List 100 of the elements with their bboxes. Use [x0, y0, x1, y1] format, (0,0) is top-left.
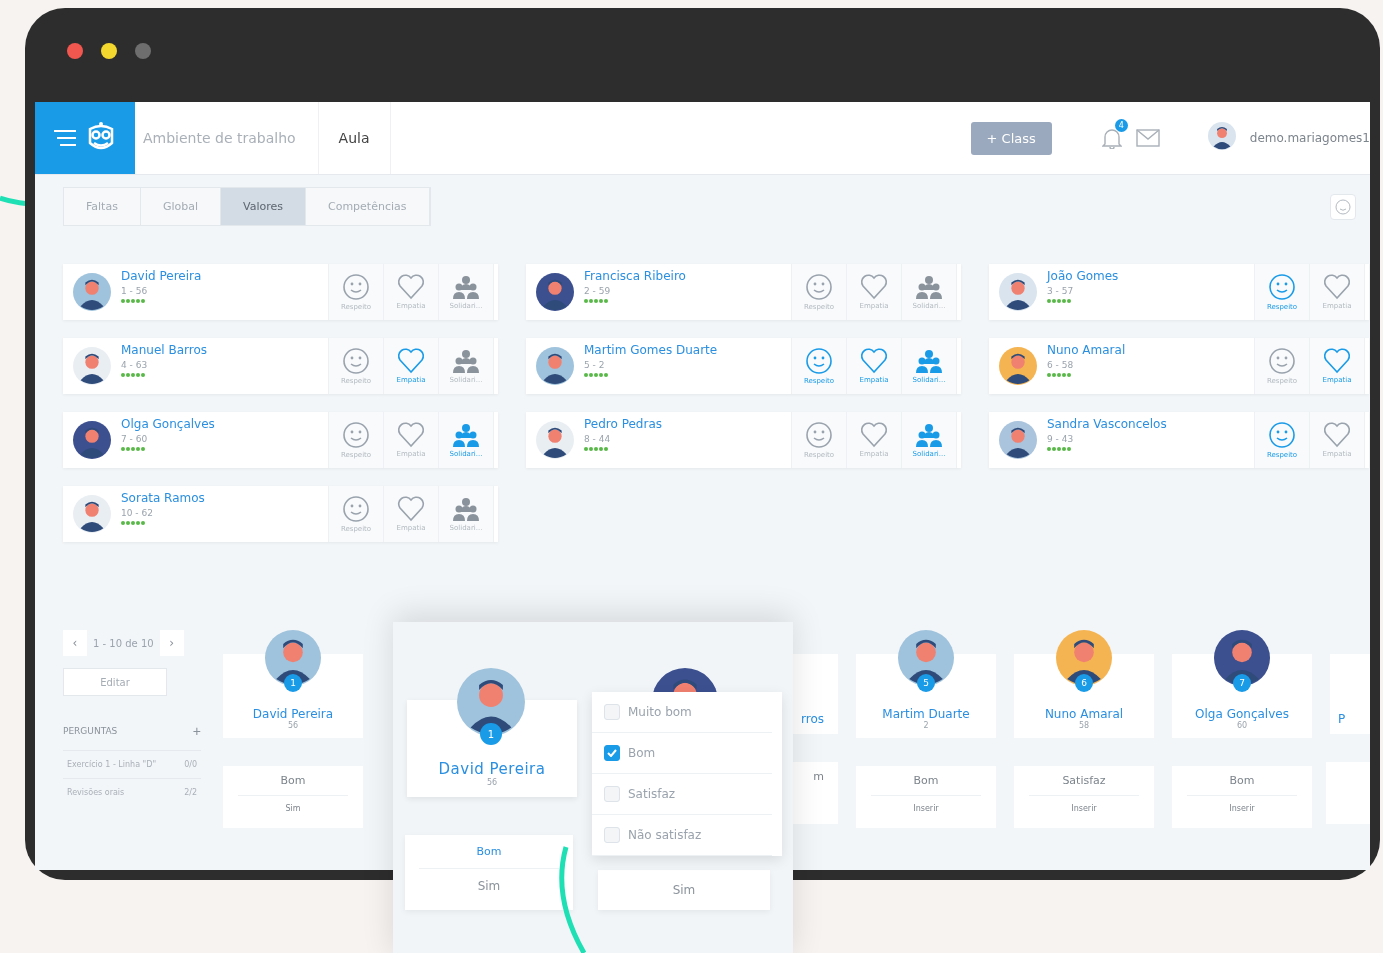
tab[interactable]: Competências [306, 188, 430, 225]
question-label[interactable]: Revisões orais [67, 788, 125, 797]
answer-card[interactable]: Bom Inserir [1172, 766, 1312, 828]
answer-card[interactable]: Bom Sim [405, 835, 573, 910]
heart-icon [397, 496, 425, 522]
option-label[interactable]: Não satisfaz [628, 828, 702, 842]
answer-card[interactable]: Bom Inserir [856, 766, 996, 828]
answer-value[interactable]: Inserir [1229, 796, 1255, 821]
student-name[interactable]: Francisca Ribeiro [584, 269, 686, 283]
student-score: 58 [1078, 721, 1090, 730]
student-card[interactable]: P [1330, 654, 1370, 734]
number-badge: 5 [917, 674, 935, 692]
student-name[interactable]: David Pereira [121, 269, 202, 283]
number-badge: 1 [284, 674, 302, 692]
menu-icon[interactable] [54, 130, 76, 146]
student-number: 9 - 43 [1047, 434, 1075, 444]
close-dot[interactable] [67, 43, 83, 59]
answer-value[interactable]: Bom [238, 766, 348, 796]
notification-badge: 4 [1114, 119, 1128, 132]
checkbox[interactable] [604, 745, 620, 761]
zoom-dot[interactable] [135, 43, 151, 59]
people-icon [452, 422, 480, 448]
student-name[interactable]: Olga Gonçalves [1195, 707, 1289, 721]
answer-value[interactable]: Sim [285, 796, 301, 821]
answer-value[interactable]: Inserir [1071, 796, 1097, 821]
student-number: 8 - 44 [584, 434, 612, 444]
answer-value[interactable]: m [813, 762, 824, 791]
bell-icon[interactable] [1101, 127, 1122, 149]
help-button[interactable] [1330, 193, 1356, 220]
student-name[interactable]: Manuel Barros [121, 343, 208, 357]
student-name[interactable]: Martim Duarte [882, 707, 970, 721]
option-label[interactable]: Muito bom [628, 705, 692, 719]
number-badge: 7 [1233, 674, 1251, 692]
answer-value[interactable]: Bom [419, 835, 559, 869]
people-icon [915, 274, 943, 300]
student-card[interactable]: 5 Martim Duarte 2 [856, 630, 996, 738]
smiley-icon [342, 495, 370, 523]
student-score: 2 [923, 721, 929, 730]
student-number: 6 - 58 [1047, 360, 1075, 370]
add-class-button[interactable]: + Class [970, 121, 1052, 155]
mail-icon[interactable] [1135, 129, 1160, 147]
section-link[interactable]: Aula [318, 102, 391, 174]
smiley-icon [1268, 273, 1296, 301]
student-name[interactable]: Sorata Ramos [121, 491, 205, 505]
tab[interactable]: Faltas [64, 188, 141, 225]
question-score: 2/2 [184, 788, 197, 797]
people-icon [452, 496, 480, 522]
smiley-icon [805, 421, 833, 449]
student-number: 2 - 59 [584, 286, 612, 296]
minimize-dot[interactable] [101, 43, 117, 59]
student-card[interactable]: 7 Olga Gonçalves 60 [1172, 630, 1312, 738]
answer-value[interactable]: Bom [1187, 766, 1297, 796]
student-name[interactable]: Sandra Vasconcelos [1047, 417, 1167, 431]
next-button[interactable]: › [159, 630, 184, 656]
student-name[interactable]: João Gomes [1047, 269, 1119, 283]
student-name[interactable]: Olga Gonçalves [121, 417, 215, 431]
student-name[interactable]: David Pereira [252, 707, 334, 721]
student-name[interactable]: David Pereira [438, 760, 546, 778]
student-number: 5 - 2 [584, 360, 606, 370]
smiley-icon [805, 273, 833, 301]
edit-button[interactable]: Editar [63, 668, 167, 696]
student-name[interactable]: Nuno Amaral [1047, 343, 1126, 357]
answer-card[interactable]: Sim [598, 870, 770, 910]
heart-icon [1323, 348, 1351, 374]
user-name[interactable]: demo.mariagomes1 [1249, 131, 1370, 145]
page-range: 1 - 10 de 10 [93, 637, 154, 649]
student-number: 1 - 56 [121, 286, 149, 296]
people-icon [915, 422, 943, 448]
student-card[interactable]: 1 David Pereira 56 [223, 630, 363, 738]
smiley-icon [342, 347, 370, 375]
tab[interactable]: Valores [221, 188, 306, 225]
smiley-icon [805, 347, 833, 375]
student-name[interactable]: rros [801, 712, 824, 726]
question-score: 0/0 [184, 760, 197, 769]
answer-value[interactable]: Sim [477, 869, 501, 903]
question-label[interactable]: Exercício 1 - Linha "D" [67, 760, 157, 769]
answer-card[interactable]: Bom Sim [223, 766, 363, 828]
student-name[interactable]: Nuno Amaral [1044, 707, 1124, 721]
answer-card[interactable]: Satisfaz Inserir [1014, 766, 1154, 828]
answer-value[interactable]: Satisfaz [1029, 766, 1139, 796]
student-name[interactable]: P [1338, 712, 1346, 726]
workspace-link[interactable]: Ambiente de trabalho [135, 102, 319, 174]
people-icon [452, 274, 480, 300]
student-card[interactable]: 6 Nuno Amaral 58 [1014, 630, 1154, 738]
answer-value[interactable]: Bom [871, 766, 981, 796]
heart-icon [397, 348, 425, 374]
student-score: 60 [1236, 721, 1248, 730]
smiley-icon [1335, 198, 1351, 215]
add-question-button[interactable]: + [192, 726, 201, 736]
answer-value[interactable]: Inserir [913, 796, 939, 821]
heart-icon [860, 274, 888, 300]
student-name[interactable]: Pedro Pedras [584, 417, 662, 431]
option-label[interactable]: Bom [628, 746, 656, 760]
student-name[interactable]: Martim Gomes Duarte [584, 343, 718, 357]
avatar-icon [1207, 122, 1236, 150]
student-score: 56 [486, 778, 498, 787]
previous-button[interactable]: ‹ [63, 630, 87, 656]
people-icon [452, 348, 480, 374]
option-label[interactable]: Satisfaz [628, 787, 676, 801]
questions-heading: PERGUNTAS [63, 726, 118, 736]
